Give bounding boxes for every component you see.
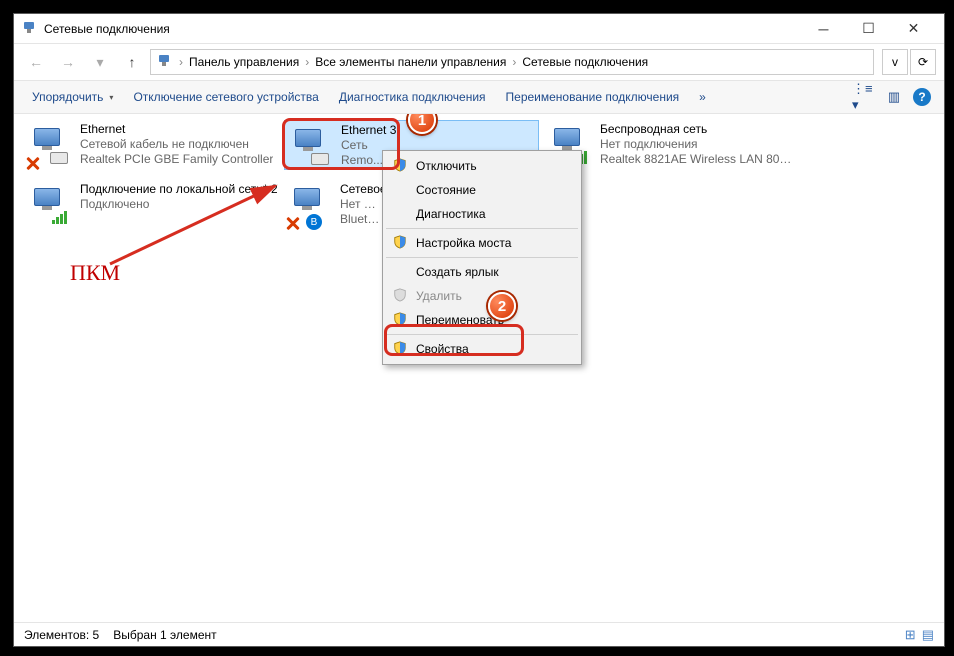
connection-bluetooth[interactable]: B Сетевое... Нет подключения Bluetooth..… bbox=[284, 180, 384, 230]
window-title: Сетевые подключения bbox=[44, 22, 801, 36]
bluetooth-icon: B bbox=[306, 214, 322, 230]
status-item-count: Элементов: 5 bbox=[24, 628, 99, 642]
titlebar: Сетевые подключения ─ ☐ ✕ bbox=[14, 14, 944, 44]
forward-button: → bbox=[54, 48, 82, 76]
chevron-right-icon: › bbox=[512, 55, 516, 69]
network-connections-window: Сетевые подключения ─ ☐ ✕ ← → ▾ ↑ › Пане… bbox=[13, 13, 945, 647]
addressbar: ← → ▾ ↑ › Панель управления › Все элемен… bbox=[14, 44, 944, 80]
shield-icon bbox=[393, 235, 407, 249]
connection-status: Нет подключения bbox=[340, 197, 382, 212]
help-icon: ? bbox=[913, 88, 931, 106]
crumb-all-items[interactable]: Все элементы панели управления bbox=[315, 55, 506, 69]
view-details-button[interactable]: ▤ bbox=[922, 627, 934, 643]
connection-status: Подключено bbox=[80, 197, 277, 212]
connection-device: Realtek 8821AE Wireless LAN 802.... bbox=[600, 152, 797, 167]
annotation-badge-2: 2 bbox=[488, 292, 516, 320]
menu-rename[interactable]: Переименовать bbox=[386, 308, 578, 335]
connection-wireless[interactable]: Беспроводная сеть Нет подключения Realte… bbox=[544, 120, 799, 170]
view-large-icons-button[interactable]: ⊞ bbox=[905, 627, 916, 643]
menu-diagnose[interactable]: Диагностика bbox=[386, 202, 578, 229]
shield-icon bbox=[393, 158, 407, 172]
view-options-button[interactable]: ⋮≡ ▾ bbox=[852, 83, 880, 111]
back-button[interactable]: ← bbox=[22, 48, 50, 76]
disable-device-button[interactable]: Отключение сетевого устройства bbox=[123, 84, 328, 110]
connection-name: Сетевое... bbox=[340, 182, 382, 197]
connection-name: Подключение по локальной сети* 2 bbox=[80, 182, 277, 197]
up-button[interactable]: ↑ bbox=[118, 48, 146, 76]
minimize-button[interactable]: ─ bbox=[801, 14, 846, 44]
menu-create-shortcut[interactable]: Создать ярлык bbox=[386, 260, 578, 284]
connection-name: Ethernet 3 bbox=[341, 123, 396, 138]
menu-properties[interactable]: Свойства bbox=[386, 337, 578, 361]
toolbar-overflow-button[interactable]: » bbox=[689, 84, 716, 110]
shield-icon bbox=[393, 341, 407, 355]
connection-status: Нет подключения bbox=[600, 137, 797, 152]
error-x-icon bbox=[284, 214, 302, 232]
connection-name: Ethernet bbox=[80, 122, 273, 137]
organize-menu[interactable]: Упорядочить bbox=[22, 84, 123, 110]
maximize-button[interactable]: ☐ bbox=[846, 14, 891, 44]
annotation-pkm-label: ПКМ bbox=[70, 260, 120, 286]
address-box[interactable]: › Панель управления › Все элементы панел… bbox=[150, 49, 874, 75]
connection-status: Сетевой кабель не подключен bbox=[80, 137, 273, 152]
menu-bridge[interactable]: Настройка моста bbox=[386, 231, 578, 258]
close-button[interactable]: ✕ bbox=[891, 14, 936, 44]
control-panel-icon bbox=[157, 55, 173, 70]
help-button[interactable]: ? bbox=[908, 83, 936, 111]
connection-ethernet[interactable]: Ethernet Сетевой кабель не подключен Rea… bbox=[24, 120, 279, 170]
connection-local-2[interactable]: Подключение по локальной сети* 2 Подключ… bbox=[24, 180, 279, 230]
shield-icon bbox=[393, 288, 407, 302]
refresh-button[interactable]: ⟳ bbox=[910, 49, 936, 75]
content-area[interactable]: Ethernet Сетевой кабель не подключен Rea… bbox=[14, 114, 944, 622]
address-dropdown-button[interactable]: v bbox=[882, 49, 908, 75]
chevron-right-icon: › bbox=[305, 55, 309, 69]
crumb-network-connections[interactable]: Сетевые подключения bbox=[522, 55, 648, 69]
status-selection: Выбран 1 элемент bbox=[113, 628, 216, 642]
statusbar: Элементов: 5 Выбран 1 элемент ⊞ ▤ bbox=[14, 622, 944, 646]
diagnose-connection-button[interactable]: Диагностика подключения bbox=[329, 84, 496, 110]
connection-name: Беспроводная сеть bbox=[600, 122, 797, 137]
menu-disable[interactable]: Отключить bbox=[386, 154, 578, 178]
network-adapter-icon bbox=[289, 125, 329, 165]
chevron-right-icon: › bbox=[179, 55, 183, 69]
window-icon bbox=[22, 21, 38, 37]
rename-connection-button[interactable]: Переименование подключения bbox=[496, 84, 690, 110]
crumb-control-panel[interactable]: Панель управления bbox=[189, 55, 299, 69]
error-x-icon bbox=[24, 154, 42, 172]
menu-delete: Удалить bbox=[386, 284, 578, 308]
preview-pane-button[interactable]: ▥ bbox=[880, 83, 908, 111]
context-menu: Отключить Состояние Диагностика Настройк… bbox=[382, 150, 582, 365]
network-adapter-icon bbox=[28, 184, 68, 224]
toolbar: Упорядочить Отключение сетевого устройст… bbox=[14, 80, 944, 114]
recent-locations-button[interactable]: ▾ bbox=[86, 48, 114, 76]
connection-device: Bluetooth... bbox=[340, 212, 382, 227]
shield-icon bbox=[393, 312, 407, 326]
menu-status[interactable]: Состояние bbox=[386, 178, 578, 202]
connection-device: Realtek PCIe GBE Family Controller bbox=[80, 152, 273, 167]
